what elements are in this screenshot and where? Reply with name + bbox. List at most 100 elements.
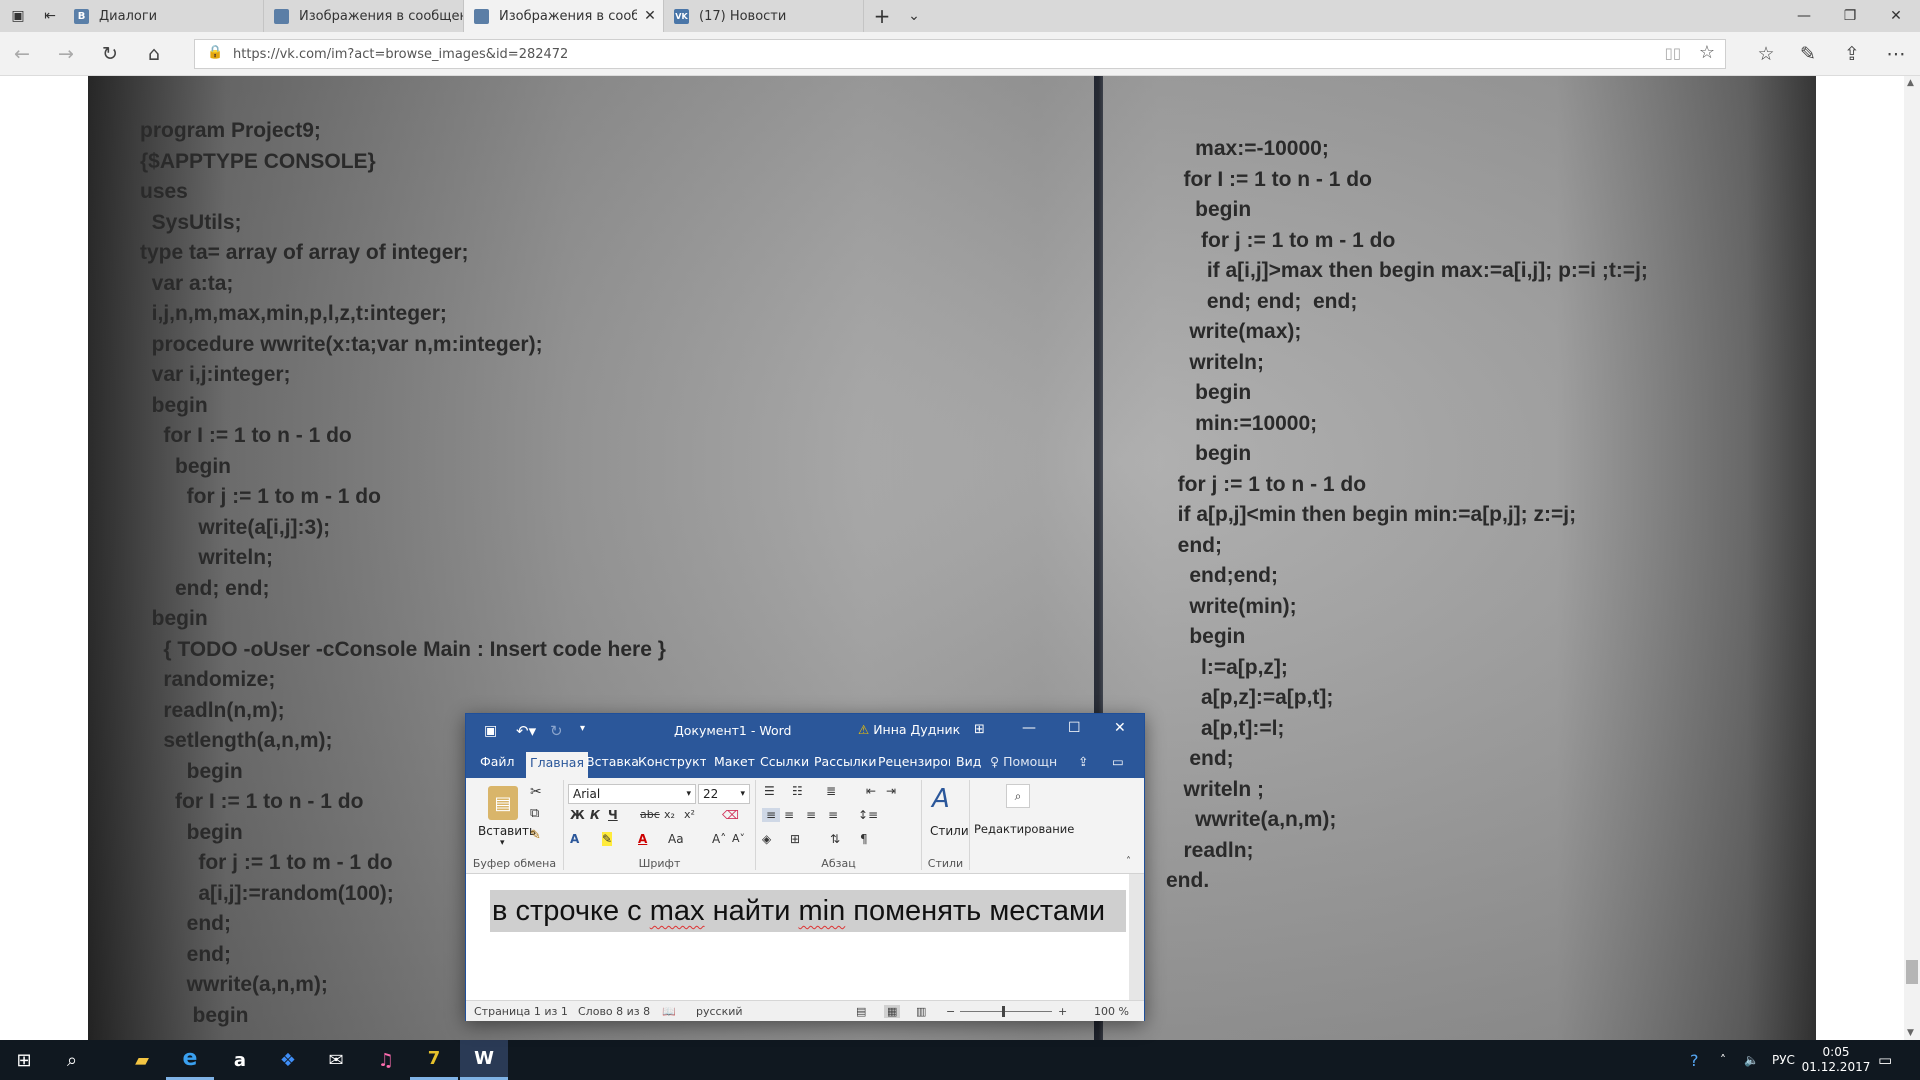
strikethrough-icon[interactable]: abc <box>640 808 660 821</box>
address-bar[interactable]: 🔒 https://vk.com/im?act=browse_images&id… <box>194 39 1726 69</box>
comments-icon[interactable]: ▭ <box>1112 754 1124 769</box>
home-icon[interactable]: ⌂ <box>136 38 172 70</box>
favorites-hub-icon[interactable]: ☆ <box>1748 38 1784 70</box>
bold-icon[interactable]: Ж <box>570 808 585 822</box>
favorite-star-icon[interactable]: ☆ <box>1699 42 1715 63</box>
sort-icon[interactable]: ⇅ <box>830 832 840 846</box>
paste-dropdown-icon[interactable]: ▾ <box>500 838 505 848</box>
share-icon[interactable]: ⇪ <box>1078 754 1088 769</box>
styles-icon[interactable]: A <box>932 784 950 814</box>
music-icon[interactable]: ♫ <box>362 1040 410 1080</box>
dropbox-icon[interactable]: ❖ <box>264 1040 312 1080</box>
save-icon[interactable]: ▣ <box>484 723 497 739</box>
language-indicator[interactable]: русский <box>696 1005 743 1018</box>
underline-icon[interactable]: Ч <box>608 808 618 822</box>
proofing-icon[interactable]: 📖 <box>662 1005 676 1018</box>
line-spacing-icon[interactable]: ↕≡ <box>858 808 878 822</box>
collapse-ribbon-icon[interactable]: ˄ <box>1126 856 1131 867</box>
tab-home[interactable]: Главная <box>526 752 588 778</box>
zoom-level[interactable]: 100 % <box>1094 1005 1129 1018</box>
paste-icon[interactable]: ▤ <box>488 786 518 820</box>
tab-view[interactable]: Вид <box>956 754 981 769</box>
paste-button-label[interactable]: Вставить <box>478 824 536 838</box>
undo-icon[interactable]: ↶▾ <box>516 722 536 740</box>
more-icon[interactable]: ⋯ <box>1878 38 1914 70</box>
print-layout-icon[interactable]: ▦ <box>884 1005 901 1018</box>
help-tray-icon[interactable]: ? <box>1690 1040 1699 1080</box>
styles-button-label[interactable]: Стили <box>930 824 969 838</box>
copy-icon[interactable]: ⧉ <box>530 806 539 821</box>
text-effects-icon[interactable]: A <box>570 832 579 846</box>
redo-icon[interactable]: ↻ <box>550 722 563 740</box>
web-note-icon[interactable]: ✎ <box>1790 38 1826 70</box>
word-minimize-icon[interactable]: — <box>1022 720 1036 736</box>
quick-access-customize-icon[interactable]: ▾ <box>580 723 585 734</box>
tab-insert[interactable]: Вставка <box>586 754 639 769</box>
tab-layout[interactable]: Макет <box>714 754 755 769</box>
document-text[interactable]: в строчке с max найти min поменять места… <box>490 890 1126 932</box>
account-area[interactable]: ⚠ Инна Дудник <box>858 722 960 737</box>
tab-mailings[interactable]: Рассылки <box>814 754 876 769</box>
format-painter-icon[interactable]: ✎ <box>530 828 541 843</box>
shrink-font-icon[interactable]: A˅ <box>732 832 745 845</box>
tab-images-1[interactable]: Изображения в сообщени <box>264 0 464 32</box>
new-tab-button[interactable]: + <box>864 0 900 32</box>
find-icon[interactable]: ⌕ <box>1006 784 1030 808</box>
action-center-icon[interactable]: ▭ <box>1878 1040 1892 1080</box>
font-name-select[interactable]: Arial ▾ <box>568 784 696 804</box>
close-window-icon[interactable]: ✕ <box>1878 0 1914 32</box>
delphi-icon[interactable]: 7 <box>410 1040 458 1080</box>
mail-icon[interactable]: ✉ <box>312 1040 360 1080</box>
word-close-icon[interactable]: ✕ <box>1114 720 1126 736</box>
clear-formatting-icon[interactable]: ⌫ <box>722 808 739 822</box>
numbering-icon[interactable]: ☷ <box>792 784 803 798</box>
font-size-select[interactable]: 22 ▾ <box>698 784 750 804</box>
reading-view-icon[interactable]: ▯▯ <box>1664 44 1681 62</box>
read-mode-icon[interactable]: ▤ <box>856 1005 866 1018</box>
cut-icon[interactable]: ✂ <box>530 784 542 800</box>
page-count[interactable]: Страница 1 из 1 <box>474 1005 568 1018</box>
change-case-icon[interactable]: Aa <box>668 832 684 846</box>
multilevel-list-icon[interactable]: ≣ <box>826 784 836 798</box>
justify-icon[interactable]: ≡ <box>828 808 838 822</box>
align-left-icon[interactable]: ≡ <box>762 808 780 822</box>
decrease-indent-icon[interactable]: ⇤ <box>866 784 876 798</box>
tab-images-active[interactable]: Изображения в сообщ ✕ <box>464 0 664 32</box>
scroll-up-icon[interactable]: ▲ <box>1907 78 1914 88</box>
volume-icon[interactable]: 🔈 <box>1744 1040 1759 1080</box>
zoom-slider-thumb[interactable] <box>1002 1006 1005 1017</box>
shading-icon[interactable]: ◈ <box>762 832 771 846</box>
italic-icon[interactable]: К <box>590 808 600 822</box>
restore-icon[interactable]: ❐ <box>1832 0 1868 32</box>
tab-dialogs[interactable]: В Диалоги <box>64 0 264 32</box>
close-tab-icon[interactable]: ✕ <box>637 8 663 24</box>
search-icon[interactable]: ⌕ <box>48 1040 96 1080</box>
tell-me-box[interactable]: ♀ Помощн <box>990 754 1057 769</box>
tab-review[interactable]: Рецензирова <box>878 754 950 769</box>
word-maximize-icon[interactable]: ☐ <box>1068 720 1081 736</box>
tab-file[interactable]: Файл <box>480 754 515 769</box>
scroll-down-icon[interactable]: ▼ <box>1907 1028 1914 1038</box>
font-color-icon[interactable]: A <box>638 832 647 846</box>
file-explorer-icon[interactable]: ▰ <box>118 1040 166 1080</box>
ribbon-display-options-icon[interactable]: ⊞ <box>974 722 985 737</box>
highlight-icon[interactable]: ✎ <box>602 832 613 846</box>
share-icon[interactable]: ⇪ <box>1834 38 1870 70</box>
back-icon[interactable]: ← <box>4 38 40 70</box>
set-aside-tabs-icon[interactable]: ⇤ <box>32 0 68 32</box>
align-right-icon[interactable]: ≡ <box>806 808 816 822</box>
forward-icon[interactable]: → <box>48 38 84 70</box>
amazon-icon[interactable]: a <box>216 1040 264 1080</box>
tab-design[interactable]: Конструктор <box>638 754 706 769</box>
superscript-icon[interactable]: x² <box>684 808 695 821</box>
grow-font-icon[interactable]: A˄ <box>712 832 726 846</box>
edge-icon[interactable]: e <box>166 1040 214 1080</box>
subscript-icon[interactable]: x₂ <box>664 808 675 821</box>
tab-news[interactable]: VK (17) Новости <box>664 0 864 32</box>
borders-icon[interactable]: ⊞ <box>790 832 800 846</box>
bullets-icon[interactable]: ☰ <box>764 784 775 798</box>
align-center-icon[interactable]: ≡ <box>784 808 794 822</box>
scrollbar-thumb[interactable] <box>1906 960 1918 984</box>
clock[interactable]: 0:05 01.12.2017 <box>1802 1040 1871 1080</box>
zoom-in-icon[interactable]: + <box>1058 1005 1067 1018</box>
